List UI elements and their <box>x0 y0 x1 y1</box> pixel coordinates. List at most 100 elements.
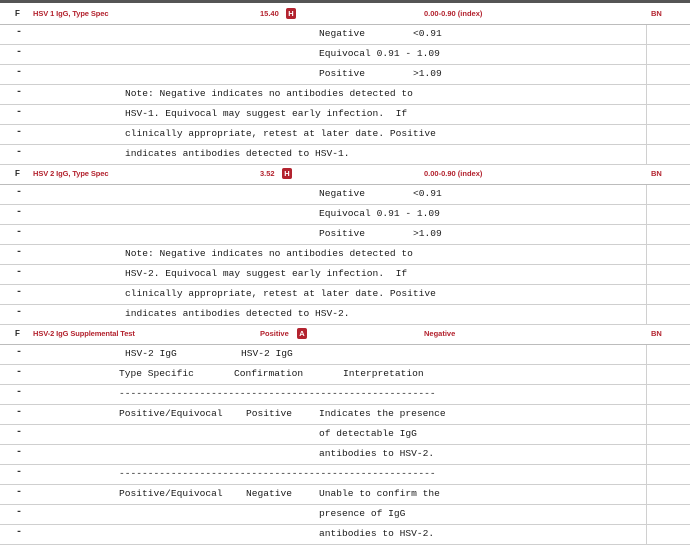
row-dash: - <box>16 47 23 58</box>
comment-text: <0.91 <box>413 28 442 39</box>
column-divider <box>646 145 647 165</box>
comment-text: antibodies to HSV-2. <box>319 528 435 539</box>
comment-text: Positive <box>319 68 366 79</box>
comment-text: HSV-2 IgG <box>241 348 293 359</box>
test-header-row: F HSV 1 IgG, Type Spec 15.40 H 0.00-0.90… <box>0 5 690 25</box>
comment-text: Equivocal 0.91 - 1.09 <box>319 208 440 219</box>
column-divider <box>646 265 647 285</box>
column-divider <box>646 525 647 545</box>
row-dash: - <box>16 467 23 478</box>
column-divider <box>646 385 647 405</box>
comment-text: Unable to confirm the <box>319 488 440 499</box>
separator-line: ----------------------------------------… <box>119 468 436 479</box>
comment-text: HSV-2. Equivocal may suggest early infec… <box>125 268 408 279</box>
lab-code: BN <box>651 9 662 18</box>
reference-range: 0.00-0.90 (index) <box>424 9 483 18</box>
comment-text: HSV-2 IgG <box>125 348 177 359</box>
test-name: HSV-2 IgG Supplemental Test <box>33 329 135 338</box>
comment-text: Type Specific <box>119 368 194 379</box>
comment-text: >1.09 <box>413 68 442 79</box>
row-dash: - <box>16 387 23 398</box>
comment-text: Positive <box>319 228 366 239</box>
column-divider <box>646 105 647 125</box>
test-name: HSV 2 IgG, Type Spec <box>33 169 109 178</box>
column-divider <box>646 445 647 465</box>
comment-text: clinically appropriate, retest at later … <box>125 128 436 139</box>
top-border <box>0 0 690 3</box>
row-dash: - <box>16 27 23 38</box>
result-status-flag: F <box>15 169 20 178</box>
comment-row: - Note: Negative indicates no antibodies… <box>0 85 690 105</box>
comment-text: Note: Negative indicates no antibodies d… <box>125 248 413 259</box>
comment-text: Negative <box>319 188 366 199</box>
comment-text: <0.91 <box>413 188 442 199</box>
row-dash: - <box>16 427 23 438</box>
comment-text: Negative <box>319 28 366 39</box>
comment-row: - HSV-2 IgG HSV-2 IgG <box>0 345 690 365</box>
row-dash: - <box>16 227 23 238</box>
column-divider <box>646 85 647 105</box>
row-dash: - <box>16 107 23 118</box>
comment-row: - HSV-2. Equivocal may suggest early inf… <box>0 265 690 285</box>
result-status-flag: F <box>15 329 20 338</box>
column-divider <box>646 185 647 205</box>
comment-text: presence of IgG <box>319 508 406 519</box>
column-divider <box>646 245 647 265</box>
comment-row: - Negative <0.91 <box>0 25 690 45</box>
comment-text: >1.09 <box>413 228 442 239</box>
comment-text: Positive <box>246 408 293 419</box>
test-name: HSV 1 IgG, Type Spec <box>33 9 109 18</box>
row-dash: - <box>16 147 23 158</box>
row-dash: - <box>16 407 23 418</box>
comment-row: - antibodies to HSV-2. <box>0 445 690 465</box>
abnormal-flag-badge: A <box>297 328 307 339</box>
row-dash: - <box>16 287 23 298</box>
column-divider <box>646 225 647 245</box>
separator-line: ----------------------------------------… <box>119 388 436 399</box>
column-divider <box>646 345 647 365</box>
test-header-row: F HSV-2 IgG Supplemental Test Positive A… <box>0 325 690 345</box>
comment-row: - antibodies to HSV-2. <box>0 525 690 545</box>
abnormal-flag-badge: H <box>282 168 292 179</box>
row-dash: - <box>16 207 23 218</box>
column-divider <box>646 205 647 225</box>
column-divider <box>646 125 647 145</box>
row-dash: - <box>16 87 23 98</box>
comment-row: - Positive >1.09 <box>0 65 690 85</box>
comment-text: clinically appropriate, retest at later … <box>125 288 436 299</box>
column-divider <box>646 305 647 325</box>
comment-text: Positive/Equivocal <box>119 408 223 419</box>
comment-text: indicates antibodies detected to HSV-1. <box>125 148 350 159</box>
comment-text: Interpretation <box>343 368 424 379</box>
lab-code: BN <box>651 329 662 338</box>
comment-row: - Positive/Equivocal Negative Unable to … <box>0 485 690 505</box>
reference-range: Negative <box>424 329 456 338</box>
row-dash: - <box>16 67 23 78</box>
comment-row: - Positive/Equivocal Positive Indicates … <box>0 405 690 425</box>
test-value: Positive <box>260 329 289 338</box>
comment-text: Note: Negative indicates no antibodies d… <box>125 88 413 99</box>
comment-text: of detectable IgG <box>319 428 417 439</box>
test-value: 15.40 <box>260 9 279 18</box>
comment-text: Positive/Equivocal <box>119 488 223 499</box>
row-dash: - <box>16 247 23 258</box>
comment-text: Indicates the presence <box>319 408 446 419</box>
reference-range: 0.00-0.90 (index) <box>424 169 483 178</box>
comment-text: Negative <box>246 488 293 499</box>
row-dash: - <box>16 127 23 138</box>
row-dash: - <box>16 347 23 358</box>
column-divider <box>646 365 647 385</box>
comment-text: antibodies to HSV-2. <box>319 448 435 459</box>
comment-row: - Equivocal 0.91 - 1.09 <box>0 45 690 65</box>
comment-row: - Note: Negative indicates no antibodies… <box>0 245 690 265</box>
comment-row: - HSV-1. Equivocal may suggest early inf… <box>0 105 690 125</box>
column-divider <box>646 45 647 65</box>
row-dash: - <box>16 367 23 378</box>
column-divider <box>646 485 647 505</box>
test-header-row: F HSV 2 IgG, Type Spec 3.52 H 0.00-0.90 … <box>0 165 690 185</box>
column-divider <box>646 465 647 485</box>
row-dash: - <box>16 187 23 198</box>
comment-row: - Positive >1.09 <box>0 225 690 245</box>
comment-row: - clinically appropriate, retest at late… <box>0 285 690 305</box>
comment-text: HSV-1. Equivocal may suggest early infec… <box>125 108 408 119</box>
